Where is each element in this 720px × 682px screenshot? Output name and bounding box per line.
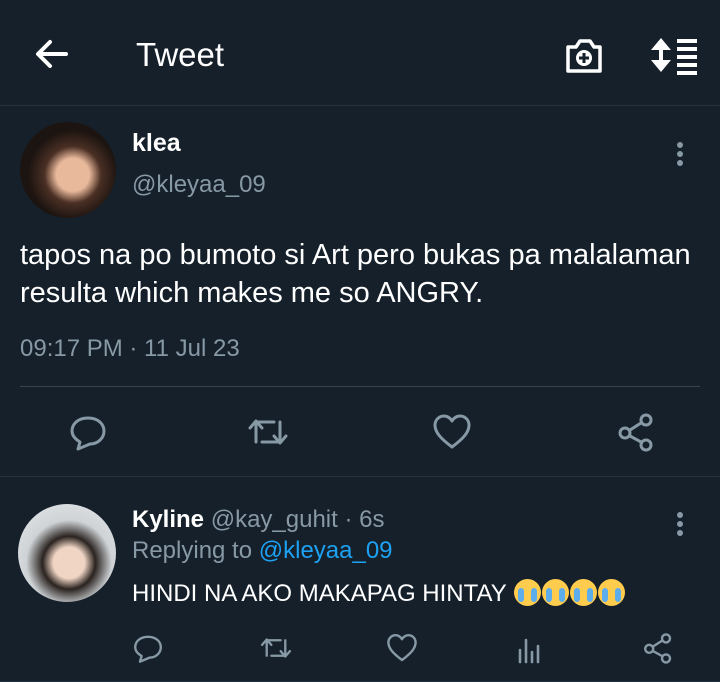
reply-text: HINDI NA AKO MAKAPAG HINTAY (132, 580, 507, 607)
reply-button[interactable] (126, 626, 170, 670)
retweet-icon (248, 419, 288, 445)
sort-button[interactable] (647, 34, 699, 76)
back-button[interactable] (30, 34, 74, 74)
reply-time: · 6s (344, 506, 385, 533)
reply-icon (134, 635, 162, 663)
retweet-button[interactable] (254, 626, 298, 670)
like-icon (433, 414, 471, 449)
crying-face-emoji-icon (541, 579, 569, 606)
more-options-button[interactable] (668, 506, 692, 542)
like-button[interactable] (430, 410, 474, 454)
analytics-button[interactable] (508, 626, 552, 670)
retweet-icon (260, 638, 292, 658)
replying-to-handle[interactable]: @kleyaa_09 (259, 537, 393, 564)
crying-face-emoji-icon (569, 579, 597, 606)
share-icon (644, 633, 672, 664)
arrow-left-icon (36, 40, 68, 68)
crying-face-emoji-icon (597, 579, 625, 606)
reply-icon (70, 416, 106, 451)
replying-to: Replying to @kleyaa_09 (132, 537, 393, 565)
tweet-timestamp[interactable]: 09:17 PM · 11 Jul 23 (20, 335, 240, 363)
avatar[interactable] (20, 122, 116, 218)
share-button[interactable] (614, 410, 658, 454)
reply-text-line: HINDI NA AKO MAKAPAG HINTAY (132, 579, 625, 608)
share-button[interactable] (636, 626, 680, 670)
camera-button[interactable] (562, 33, 606, 77)
divider (20, 386, 700, 387)
camera-plus-icon (566, 39, 602, 73)
top-bar: Tweet (0, 0, 720, 106)
sort-list-icon (651, 38, 697, 75)
replying-to-label: Replying to (132, 537, 253, 564)
page-title: Tweet (136, 36, 225, 73)
avatar[interactable] (18, 504, 116, 602)
author-name[interactable]: klea (132, 129, 181, 158)
reply-author-handle[interactable]: @kay_guhit (211, 506, 338, 533)
more-vertical-icon (677, 512, 683, 536)
author-handle[interactable]: @kleyaa_09 (132, 171, 266, 199)
reply-header: Kyline @kay_guhit · 6s (132, 506, 385, 534)
analytics-icon (518, 638, 540, 664)
like-button[interactable] (380, 626, 424, 670)
like-icon (387, 634, 417, 662)
reply-author-name[interactable]: Kyline (132, 506, 204, 533)
share-icon (618, 413, 653, 452)
more-vertical-icon (677, 142, 683, 166)
more-options-button[interactable] (668, 136, 692, 172)
reply-button[interactable] (66, 410, 110, 454)
retweet-button[interactable] (246, 410, 290, 454)
divider (0, 476, 720, 477)
crying-face-emoji-icon (513, 579, 541, 606)
tweet-text: tapos na po bumoto si Art pero bukas pa … (20, 239, 691, 309)
